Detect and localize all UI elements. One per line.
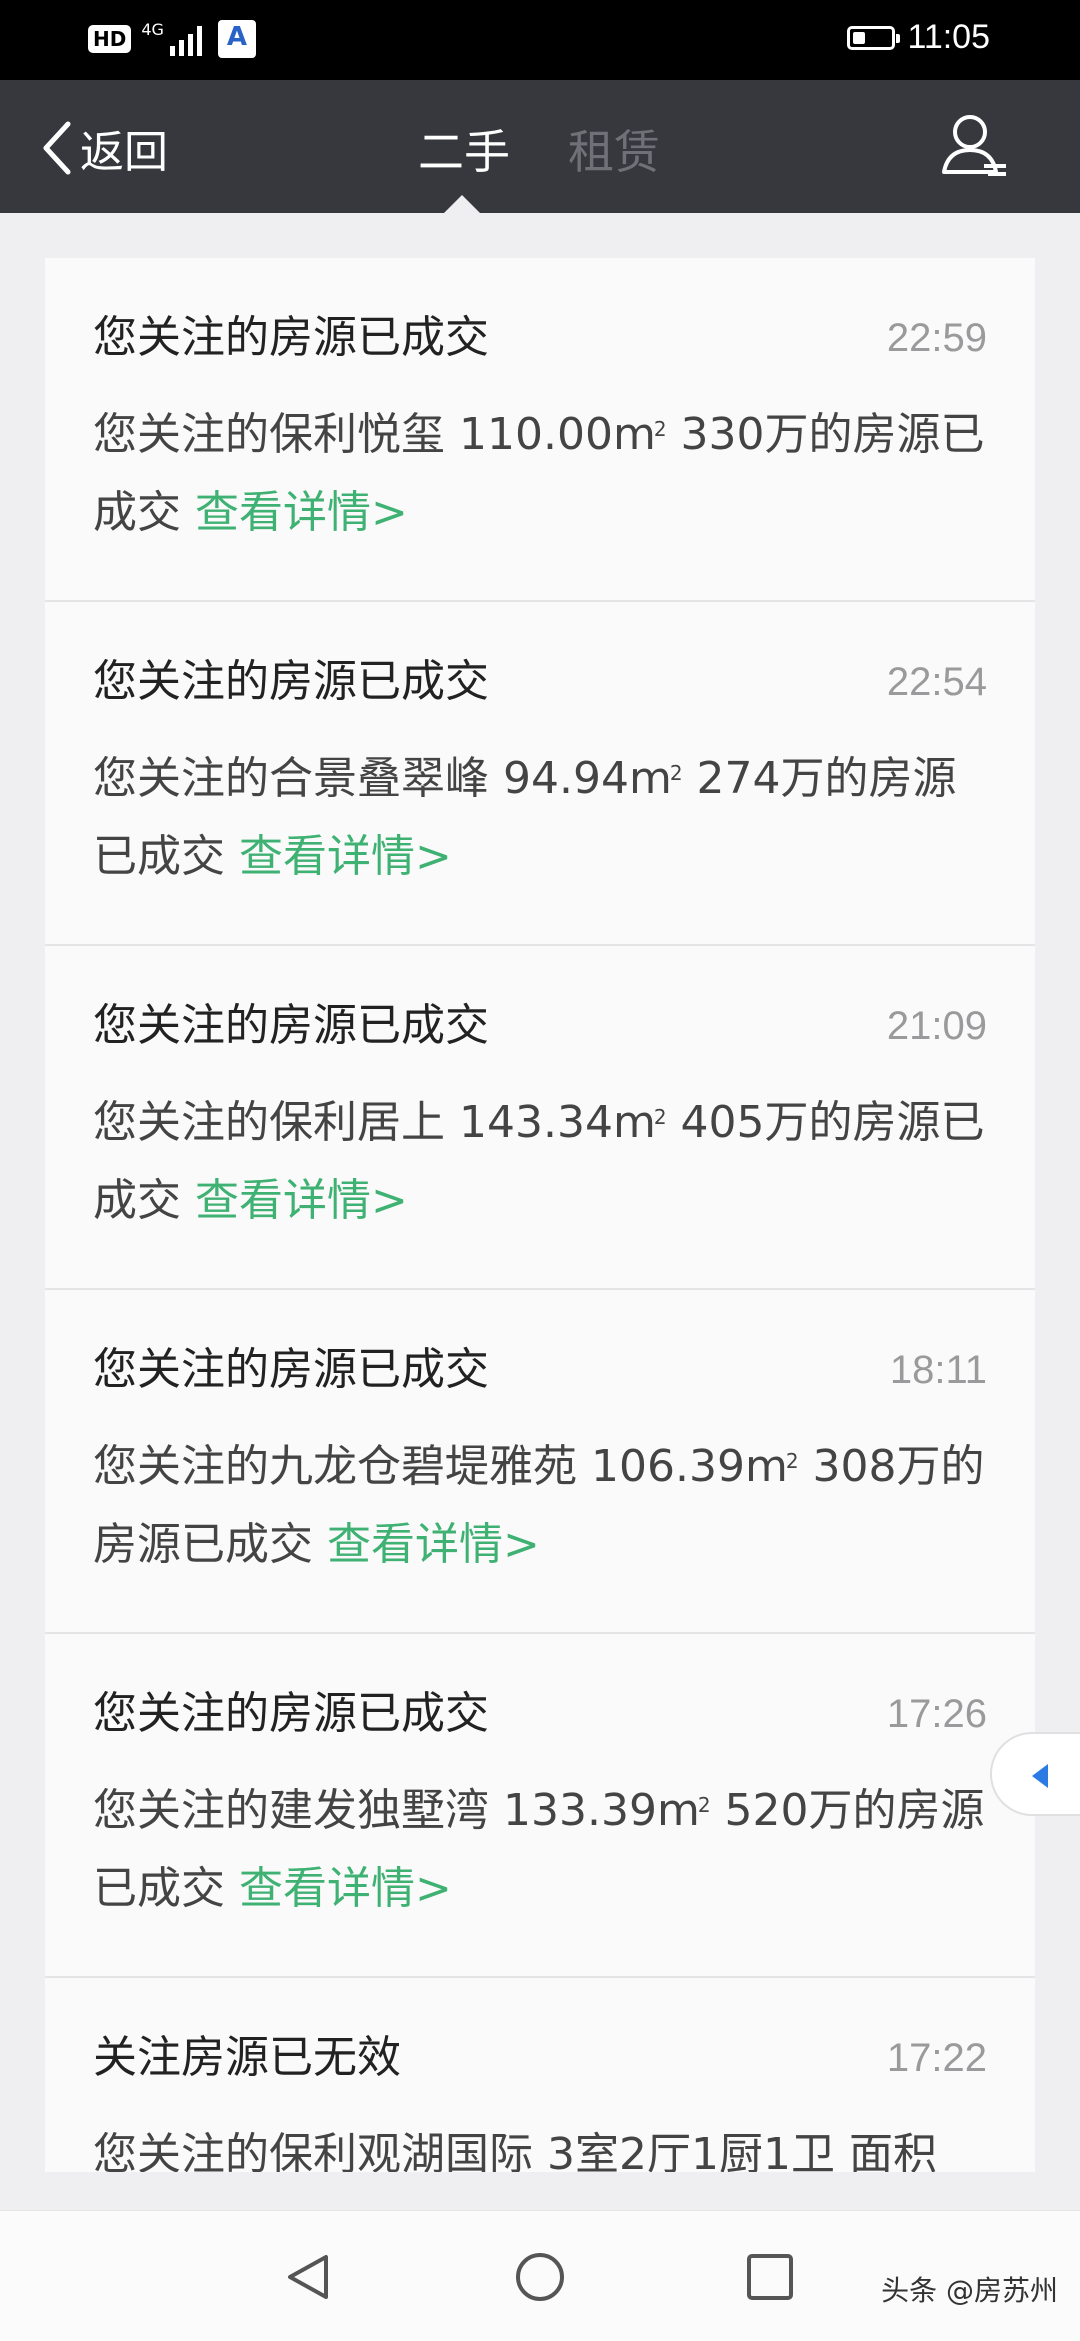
status-bar: HD 4G A 11:05 xyxy=(0,0,1080,80)
area-unit-superscript: 2 xyxy=(653,1105,667,1129)
message-body: 您关注的保利观湖国际 3室2厅1厨1卫 面积 xyxy=(93,2116,987,2172)
square-recent-icon[interactable] xyxy=(744,2251,796,2303)
message-title: 您关注的房源已成交 xyxy=(93,1344,489,1395)
message-time: 17:22 xyxy=(886,2036,987,2080)
signal-icon: 4G xyxy=(141,22,202,56)
circle-home-icon[interactable] xyxy=(514,2251,566,2303)
message-text: 您关注的九龙仓碧堤雅苑 106.39m xyxy=(93,1441,788,1492)
network-type-label: 4G xyxy=(141,20,164,39)
view-details-link[interactable]: 查看详情> xyxy=(239,831,452,882)
user-icon[interactable] xyxy=(938,110,1010,182)
message-title: 您关注的房源已成交 xyxy=(93,656,489,707)
message-title: 您关注的房源已成交 xyxy=(93,1000,489,1051)
message-text: 您关注的保利居上 143.34m xyxy=(93,1097,656,1148)
message-text: 您关注的保利悦玺 110.00m xyxy=(93,409,656,460)
chevron-left-icon xyxy=(43,121,71,175)
message-text: 您关注的建发独墅湾 133.39m xyxy=(93,1785,700,1836)
message-time: 22:54 xyxy=(886,660,987,704)
watermark: 头条 @房苏州 xyxy=(881,2274,1058,2307)
navigation-bar: 返回 二手 租赁 xyxy=(0,80,1080,213)
message-time: 22:59 xyxy=(886,316,987,360)
message-card[interactable]: 您关注的房源已成交 21:09 您关注的保利居上 143.34m2 405万的房… xyxy=(45,946,1035,1290)
message-title: 您关注的房源已成交 xyxy=(93,1688,489,1739)
message-body: 您关注的九龙仓碧堤雅苑 106.39m2 308万的房源已成交 查看详情> xyxy=(93,1428,987,1584)
battery-icon xyxy=(847,25,901,50)
triangle-back-icon[interactable] xyxy=(282,2251,334,2303)
message-body: 您关注的合景叠翠峰 94.94m2 274万的房源已成交 查看详情> xyxy=(93,740,987,896)
area-unit-superscript: 2 xyxy=(697,1793,711,1817)
message-text: 您关注的合景叠翠峰 94.94m xyxy=(93,753,672,804)
area-unit-superscript: 2 xyxy=(785,1449,799,1473)
area-unit-superscript: 2 xyxy=(669,761,683,785)
message-time: 21:09 xyxy=(886,1004,987,1048)
message-list[interactable]: 您关注的房源已成交 22:59 您关注的保利悦玺 110.00m2 330万的房… xyxy=(45,258,1035,2172)
message-card[interactable]: 您关注的房源已成交 22:54 您关注的合景叠翠峰 94.94m2 274万的房… xyxy=(45,602,1035,946)
message-card[interactable]: 关注房源已无效 17:22 您关注的保利观湖国际 3室2厅1厨1卫 面积 xyxy=(45,1978,1035,2172)
view-details-link[interactable]: 查看详情> xyxy=(327,1519,540,1570)
view-details-link[interactable]: 查看详情> xyxy=(195,487,408,538)
message-card[interactable]: 您关注的房源已成交 18:11 您关注的九龙仓碧堤雅苑 106.39m2 308… xyxy=(45,1290,1035,1634)
back-button[interactable]: 返回 xyxy=(40,116,168,180)
message-card[interactable]: 您关注的房源已成交 17:26 您关注的建发独墅湾 133.39m2 520万的… xyxy=(45,1634,1035,1978)
status-right: 11:05 xyxy=(847,18,990,57)
view-details-link[interactable]: 查看详情> xyxy=(195,1175,408,1226)
active-tab-indicator xyxy=(444,195,480,213)
status-left: HD 4G A xyxy=(88,20,256,58)
message-title: 您关注的房源已成交 xyxy=(93,312,489,363)
side-arrow-icon[interactable] xyxy=(990,1732,1080,1816)
message-time: 17:26 xyxy=(886,1692,987,1736)
system-navigation-bar: 头条 @房苏州 xyxy=(0,2210,1080,2341)
tab-second-hand[interactable]: 二手 xyxy=(418,116,510,182)
app-notification-icon: A xyxy=(217,20,256,58)
hd-badge: HD xyxy=(88,25,132,53)
back-label: 返回 xyxy=(80,127,168,178)
message-body: 您关注的保利居上 143.34m2 405万的房源已成交 查看详情> xyxy=(93,1084,987,1240)
message-card[interactable]: 您关注的房源已成交 22:59 您关注的保利悦玺 110.00m2 330万的房… xyxy=(45,258,1035,602)
message-time: 18:11 xyxy=(889,1348,987,1392)
message-body: 您关注的保利悦玺 110.00m2 330万的房源已成交 查看详情> xyxy=(93,396,987,552)
message-body: 您关注的建发独墅湾 133.39m2 520万的房源已成交 查看详情> xyxy=(93,1772,987,1928)
view-details-link[interactable]: 查看详情> xyxy=(239,1863,452,1914)
area-unit-superscript: 2 xyxy=(653,417,667,441)
clock: 11:05 xyxy=(907,18,990,56)
message-title: 关注房源已无效 xyxy=(93,2032,401,2083)
message-text: 您关注的保利观湖国际 3室2厅1厨1卫 面积 xyxy=(93,2129,937,2172)
tab-rental[interactable]: 租赁 xyxy=(568,116,660,182)
